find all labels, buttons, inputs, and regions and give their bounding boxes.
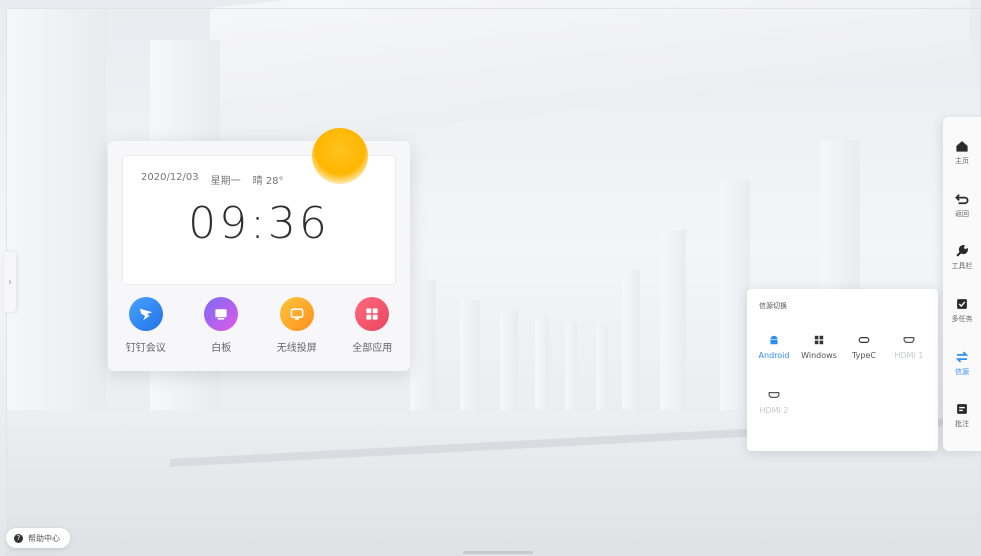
swap-icon <box>955 351 969 363</box>
app-label: 无线投屏 <box>276 343 317 354</box>
weekday-text: 星期一 <box>210 176 241 187</box>
source-label: HDMI 2 <box>759 406 789 415</box>
sidebar-label: 信源 <box>955 368 969 376</box>
multitask-icon <box>957 299 967 309</box>
app-all-apps[interactable]: 全部应用 <box>337 297 407 354</box>
source-label: HDMI 1 <box>894 351 924 360</box>
app-dingtalk-meeting[interactable]: 钉钉会议 <box>111 297 181 354</box>
source-switch-panel: 信源切换 Android Windows TypeC HDMI 1 HDMI 2 <box>747 289 938 451</box>
grid-icon <box>355 297 390 331</box>
source-label: TypeC <box>852 351 876 360</box>
help-icon: ? <box>14 533 23 543</box>
source-hdmi-2[interactable]: HDMI 2 <box>753 389 795 415</box>
clock-widget: 2020/12/03 星期一 晴 28° 09:36 钉钉会议 白板 无线投屏 <box>108 141 410 371</box>
left-edge-tab[interactable]: › <box>4 252 16 312</box>
date-text: 2020/12/03 <box>141 172 199 183</box>
date-weather-row: 2020/12/03 星期一 晴 28° <box>141 172 284 187</box>
sidebar-item-annotate[interactable]: 批注 <box>943 402 981 429</box>
source-hdmi-1[interactable]: HDMI 1 <box>888 334 930 360</box>
home-icon <box>956 141 968 152</box>
source-label: Android <box>758 351 790 360</box>
windows-icon <box>814 335 824 345</box>
sidebar-label: 工具栏 <box>951 262 973 270</box>
sidebar-label: 主页 <box>955 157 969 165</box>
wrench-icon <box>956 245 968 257</box>
source-windows[interactable]: Windows <box>798 334 840 360</box>
sunny-weather-icon <box>312 128 368 184</box>
dingtalk-icon <box>128 297 163 331</box>
help-label: 帮助中心 <box>28 533 60 543</box>
hdmi-icon <box>768 392 780 398</box>
source-android[interactable]: Android <box>753 334 795 360</box>
sidebar-item-toolbar[interactable]: 工具栏 <box>943 244 981 271</box>
sidebar-label: 返回 <box>955 210 969 218</box>
source-typec[interactable]: TypeC <box>843 334 885 360</box>
cast-icon <box>279 297 314 331</box>
app-shortcuts: 钉钉会议 白板 无线投屏 全部应用 <box>108 297 410 354</box>
android-icon <box>770 335 778 345</box>
app-whiteboard[interactable]: 白板 <box>186 297 256 354</box>
sidebar-item-back[interactable]: 返回 <box>943 192 981 219</box>
sidebar-label: 批注 <box>955 420 969 428</box>
app-label: 钉钉会议 <box>125 343 166 354</box>
hdmi-icon <box>903 337 915 343</box>
right-sidebar: 主页 返回 工具栏 多任务 信源 批注 <box>943 117 981 451</box>
home-indicator[interactable] <box>463 551 533 554</box>
app-wireless-cast[interactable]: 无线投屏 <box>262 297 332 354</box>
clock-time: 09:36 <box>188 198 330 249</box>
app-label: 白板 <box>211 343 232 354</box>
sidebar-item-source[interactable]: 信源 <box>943 350 981 377</box>
app-label: 全部应用 <box>352 343 393 354</box>
help-center-button[interactable]: ? 帮助中心 <box>6 528 70 548</box>
source-panel-title: 信源切换 <box>759 302 787 310</box>
back-icon <box>955 194 969 205</box>
source-label: Windows <box>801 351 837 360</box>
whiteboard-icon <box>204 297 239 331</box>
sidebar-item-multitask[interactable]: 多任务 <box>943 297 981 324</box>
sidebar-item-home[interactable]: 主页 <box>943 139 981 166</box>
typec-icon <box>858 337 870 343</box>
sidebar-label: 多任务 <box>951 315 973 323</box>
annotate-icon <box>957 404 967 414</box>
weather-text: 晴 28° <box>252 176 284 187</box>
